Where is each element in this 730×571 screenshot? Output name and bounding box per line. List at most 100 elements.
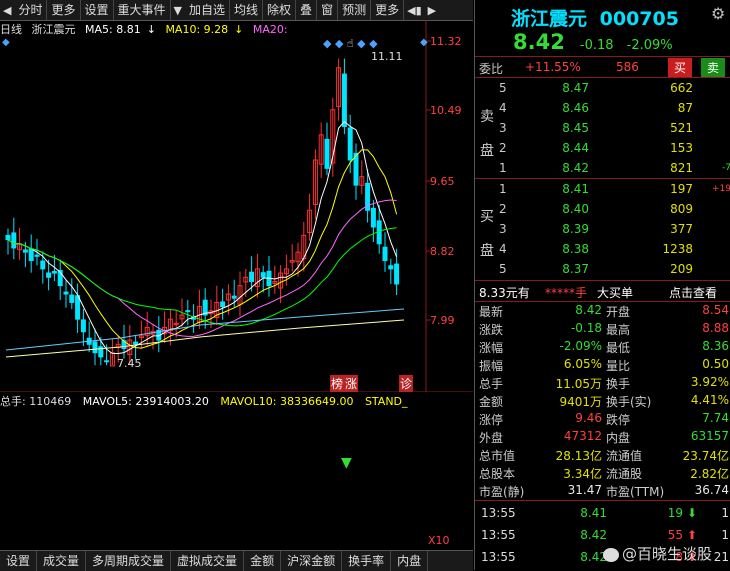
tab-inner[interactable]: 内盘 bbox=[391, 551, 429, 571]
stat-label: 金额 bbox=[479, 395, 504, 409]
buy-button[interactable]: 买 bbox=[668, 58, 693, 77]
arrow-left-icon[interactable]: ◀▮ bbox=[404, 4, 425, 17]
price-axis-label: 8.82 bbox=[430, 245, 455, 258]
tick-count: 21 bbox=[713, 550, 729, 564]
price-axis: 11.3210.499.658.827.99771585181425907 bbox=[430, 35, 462, 327]
quote-panel: 浙江震元 000705 ⚙ 8.42 -0.18 -2.09% 委比 +11.5… bbox=[474, 0, 730, 570]
ma-legend: 日线 浙江震元 MA5: 8.81 ↓ MA10: 9.28 ↓ MA20: bbox=[0, 21, 473, 37]
price-axis-label: 9.65 bbox=[430, 175, 455, 188]
stat-label: 换手(实) bbox=[606, 395, 652, 409]
toolbar-btn-fenshi[interactable]: 分时 bbox=[14, 0, 48, 20]
price-pct: -2.09% bbox=[626, 38, 673, 53]
webi-value: +11.55% bbox=[525, 60, 581, 74]
stat-value: 36.74 bbox=[694, 483, 729, 497]
tick-price: 8.41 bbox=[580, 506, 607, 520]
tab-volume[interactable]: 成交量 bbox=[37, 551, 87, 571]
event-marker-icons[interactable]: ◆ ◆ ☝ ◆ ◆ bbox=[323, 37, 378, 50]
big-order-link[interactable]: 点击查看 bbox=[669, 284, 717, 301]
stat-value: 0.50 bbox=[702, 357, 729, 371]
level: 4 bbox=[499, 101, 507, 115]
level: 1 bbox=[499, 161, 507, 175]
price-change: -0.18 bbox=[579, 38, 614, 53]
hand-pointer-icon[interactable]: ☝ bbox=[347, 37, 354, 50]
stat-value: 9401万 bbox=[559, 395, 602, 409]
tab-amount[interactable]: 金额 bbox=[244, 551, 282, 571]
stat-value: 3.34亿 bbox=[563, 467, 602, 481]
stat-value: 63157 bbox=[690, 429, 729, 443]
webi-row: 委比 +11.55% 586 买 卖 bbox=[475, 57, 730, 77]
price-axis-label: 10.49 bbox=[430, 104, 462, 117]
toolbar-btn-forecast[interactable]: 预测 bbox=[338, 0, 372, 20]
stat-value: 3.92% bbox=[690, 375, 729, 389]
order-volume: 662 bbox=[670, 81, 693, 95]
tab-settings[interactable]: 设置 bbox=[0, 551, 38, 571]
toolbar-btn-window[interactable]: 窗 bbox=[317, 0, 339, 20]
sell_side-row[interactable]: 2 8.44 153 bbox=[475, 138, 730, 158]
watermark-text: @百晓生谈股 bbox=[622, 545, 713, 563]
stat-label: 市盈(静) bbox=[479, 485, 525, 499]
stat-label: 最高 bbox=[606, 323, 631, 337]
toolbar-btn-more[interactable]: 更多 bbox=[47, 0, 81, 20]
tag-bang[interactable]: 榜 bbox=[330, 375, 345, 392]
gear-icon[interactable]: ⚙ bbox=[711, 4, 725, 23]
order-price: 8.44 bbox=[562, 141, 589, 155]
toolbar-btn-overlay[interactable]: 叠 bbox=[296, 0, 318, 20]
sell_side-row[interactable]: 4 8.46 87 bbox=[475, 98, 730, 118]
kline-chart[interactable]: 11.3210.499.658.827.99771585181425907 bbox=[0, 20, 473, 392]
order-change: +19 bbox=[712, 184, 730, 194]
period-label: 日线 bbox=[0, 23, 22, 36]
arrow-right-icon[interactable]: ▶ bbox=[425, 4, 439, 17]
order-volume: 521 bbox=[670, 121, 693, 135]
webi-label: 委比 bbox=[479, 62, 504, 76]
buy_side-row[interactable]: 3 8.39 377 bbox=[475, 219, 730, 239]
sell_side-row[interactable]: 5 8.47 662 bbox=[475, 78, 730, 98]
tab-multi-volume[interactable]: 多周期成交量 bbox=[86, 551, 172, 571]
buy_side-row[interactable]: 1 8.41 197 +19 bbox=[475, 179, 730, 199]
tick-row: 13:55 8.41 19 ⬇ 1 bbox=[475, 503, 730, 523]
stat-label: 总手 bbox=[479, 377, 504, 391]
order-price: 8.38 bbox=[562, 242, 589, 256]
stock-name-label: 浙江震元 bbox=[31, 23, 76, 36]
low-annotation: 7.45 bbox=[117, 357, 142, 370]
order-price: 8.40 bbox=[562, 202, 589, 216]
toolbar-btn-settings[interactable]: 设置 bbox=[81, 0, 114, 20]
sell_side-row[interactable]: 1 8.42 821 -7 bbox=[475, 158, 730, 178]
tab-market-amount[interactable]: 沪深金额 bbox=[281, 551, 343, 571]
stock-name: 浙江震元 bbox=[511, 8, 588, 30]
tick-count: 1 bbox=[721, 506, 729, 520]
tab-turnover[interactable]: 换手率 bbox=[342, 551, 392, 571]
tick-row: 13:55 8.42 55 ⬆ 1 bbox=[475, 525, 730, 545]
order-volume: 377 bbox=[670, 222, 693, 236]
stat-label: 总市值 bbox=[479, 449, 516, 463]
buy_side-row[interactable]: 5 8.37 209 bbox=[475, 259, 730, 279]
down-arrow-icon: ▼ bbox=[341, 455, 352, 471]
stat-label: 市盈(TTM) bbox=[606, 485, 665, 499]
tab-virtual-volume[interactable]: 虚拟成交量 bbox=[171, 551, 245, 571]
ma10-value: MA10: 9.28 bbox=[165, 23, 229, 36]
toolbar-btn-more-2[interactable]: 更多 bbox=[371, 0, 405, 20]
tag-zhen[interactable]: 诊 bbox=[399, 375, 414, 392]
toolbar-btn-exright[interactable]: 除权 bbox=[263, 0, 297, 20]
stat-label: 涨跌 bbox=[479, 323, 504, 337]
watermark: @百晓生谈股 bbox=[603, 543, 712, 564]
level: 2 bbox=[499, 202, 507, 216]
stat-row: 涨跌 -0.18 最高 8.88 bbox=[475, 320, 730, 338]
toolbar-btn-ma[interactable]: 均线 bbox=[230, 0, 264, 20]
buy_side-row[interactable]: 2 8.40 809 bbox=[475, 199, 730, 219]
stat-row: 总市值 28.13亿 流通值 23.74亿 bbox=[475, 446, 730, 464]
indicator-tabs: 设置 成交量 多周期成交量 虚拟成交量 金额 沪深金额 换手率 内盘 bbox=[0, 550, 473, 571]
tick-price: 8.42 bbox=[580, 528, 607, 542]
toolbar-btn-events[interactable]: 重大事件 bbox=[114, 0, 171, 20]
dropdown-arrow-icon[interactable]: ▼ bbox=[171, 4, 185, 17]
buy_side-row[interactable]: 4 8.38 1238 bbox=[475, 239, 730, 259]
order-price: 8.37 bbox=[562, 262, 589, 276]
tag-zhang[interactable]: 涨 bbox=[344, 375, 359, 392]
sell-button[interactable]: 卖 bbox=[701, 58, 726, 77]
arrow-up-icon: ⬆ bbox=[686, 528, 697, 542]
mavol10-label: MAVOL10: 38336649.00 bbox=[220, 395, 354, 408]
order-volume: 821 bbox=[670, 161, 693, 175]
toolbar-btn-add-favorite[interactable]: 加自选 bbox=[185, 0, 231, 20]
chevron-left-icon[interactable]: ◀ bbox=[0, 4, 14, 17]
big-order-row[interactable]: 8.33元有 *****手 大买单 点击查看 bbox=[475, 281, 730, 301]
sell_side-row[interactable]: 3 8.45 521 bbox=[475, 118, 730, 138]
